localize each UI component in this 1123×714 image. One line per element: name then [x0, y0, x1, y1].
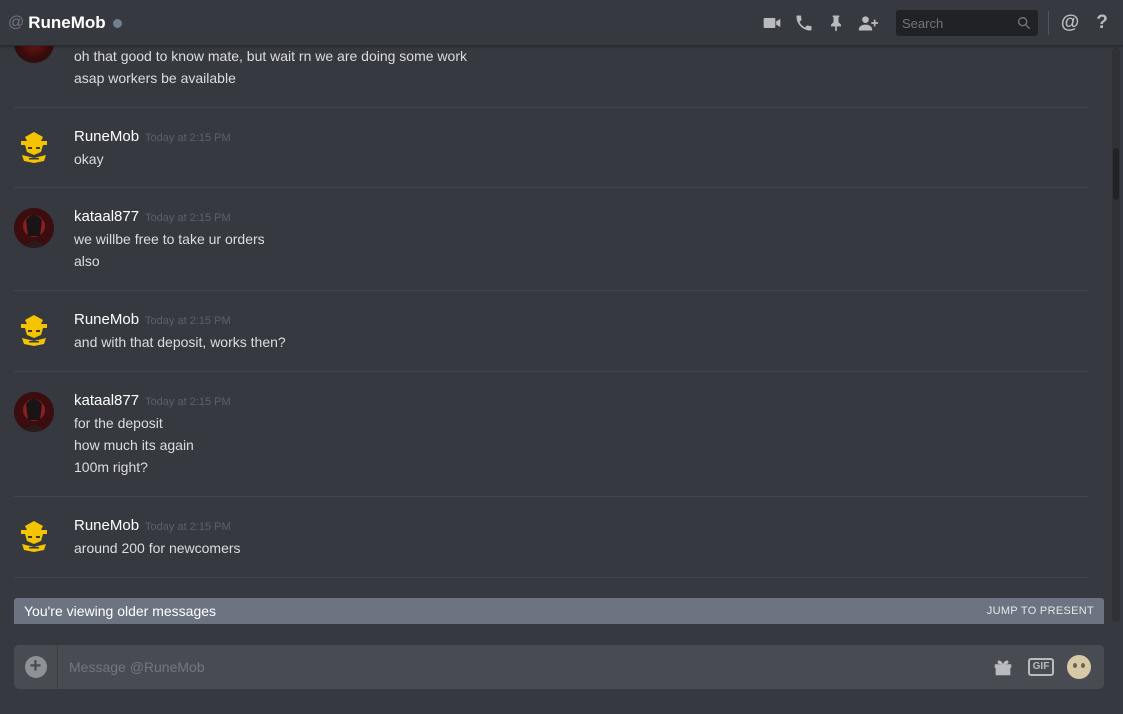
- avatar-kataal877[interactable]: [14, 392, 54, 432]
- author-name[interactable]: kataal877: [74, 208, 139, 225]
- pin-icon[interactable]: [824, 11, 848, 35]
- avatar-kataal877[interactable]: [14, 46, 54, 63]
- message-timestamp: Today at 2:15 PM: [145, 315, 231, 327]
- author-line: kataal877 Today at 2:15 PM: [74, 208, 1088, 228]
- jump-to-present-button[interactable]: JUMP TO PRESENT: [987, 605, 1094, 617]
- message-line: asap workers be available: [74, 70, 236, 86]
- voice-call-icon[interactable]: [792, 11, 816, 35]
- search-icon[interactable]: [1016, 15, 1032, 31]
- message-list: oh that good to know mate, but wait rn w…: [0, 46, 1110, 624]
- avatar-runemob[interactable]: [14, 311, 54, 351]
- add-attachment-button[interactable]: +: [14, 645, 58, 689]
- message-line: also: [74, 253, 100, 269]
- scrollbar-track[interactable]: [1112, 48, 1120, 622]
- message-line: we willbe free to take ur orders: [74, 231, 265, 247]
- message-group: kataal877 Today at 2:15 PM for the depos…: [14, 372, 1088, 497]
- channel-title: RuneMob: [28, 12, 106, 32]
- message-line: and with that deposit, works then?: [74, 334, 286, 350]
- gift-icon[interactable]: [990, 654, 1016, 680]
- dm-at-icon: @: [8, 13, 25, 31]
- message-line: for the deposit: [74, 415, 163, 431]
- add-friend-icon[interactable]: [856, 11, 880, 35]
- author-line: RuneMob Today at 2:15 PM: [74, 517, 1088, 537]
- toolbar-divider: [1048, 11, 1049, 35]
- author-name[interactable]: kataal877: [74, 392, 139, 409]
- message-timestamp: Today at 2:15 PM: [145, 212, 231, 224]
- message-composer: + GIF: [14, 645, 1104, 689]
- author-name[interactable]: RuneMob: [74, 311, 139, 328]
- message-line: oh that good to know mate, but wait rn w…: [74, 48, 467, 64]
- author-name[interactable]: RuneMob: [74, 517, 139, 534]
- older-messages-text: You're viewing older messages: [24, 603, 217, 619]
- header-toolbar: @ ?: [760, 0, 1123, 46]
- message-group: RuneMob Today at 2:15 PM and with that d…: [14, 291, 1088, 372]
- author-line: kataal877 Today at 2:15 PM: [74, 392, 1088, 412]
- message-group: RuneMob Today at 2:15 PM okay: [14, 108, 1088, 188]
- message-line: 100m right?: [74, 459, 148, 475]
- older-messages-bar: You're viewing older messages JUMP TO PR…: [14, 598, 1104, 624]
- message-timestamp: Today at 2:15 PM: [145, 396, 231, 408]
- add-attachment-icon[interactable]: +: [24, 656, 47, 678]
- message-group: oh that good to know mate, but wait rn w…: [14, 46, 1088, 108]
- emoji-icon[interactable]: [1067, 655, 1091, 679]
- video-call-icon[interactable]: [760, 11, 784, 35]
- message-group: kataal877 Today at 2:15 PM we willbe fre…: [14, 188, 1088, 291]
- avatar-runemob[interactable]: [14, 128, 54, 168]
- message-input[interactable]: [58, 645, 990, 689]
- author-name[interactable]: RuneMob: [74, 128, 139, 145]
- search-box[interactable]: [896, 10, 1038, 36]
- gif-icon[interactable]: GIF: [1028, 658, 1054, 676]
- message-timestamp: Today at 2:15 PM: [145, 521, 231, 533]
- gif-button[interactable]: GIF: [1028, 654, 1054, 680]
- scrollbar-thumb[interactable]: [1113, 148, 1119, 200]
- message-line: okay: [74, 151, 104, 167]
- emoji-button[interactable]: [1066, 654, 1092, 680]
- message-line: how much its again: [74, 437, 194, 453]
- help-icon[interactable]: ?: [1091, 12, 1113, 34]
- message-group: RuneMob Today at 2:15 PM around 200 for …: [14, 497, 1088, 578]
- avatar-kataal877[interactable]: [14, 208, 54, 248]
- author-line: RuneMob Today at 2:15 PM: [74, 128, 1088, 148]
- search-input[interactable]: [896, 10, 1014, 36]
- message-timestamp: Today at 2:15 PM: [145, 132, 231, 144]
- author-line: RuneMob Today at 2:15 PM: [74, 311, 1088, 331]
- mention-icon[interactable]: @: [1059, 12, 1081, 34]
- message-line: around 200 for newcomers: [74, 540, 241, 556]
- avatar-runemob[interactable]: [14, 517, 54, 557]
- status-indicator: [112, 18, 122, 28]
- channel-header: @ RuneMob @ ?: [0, 0, 1123, 46]
